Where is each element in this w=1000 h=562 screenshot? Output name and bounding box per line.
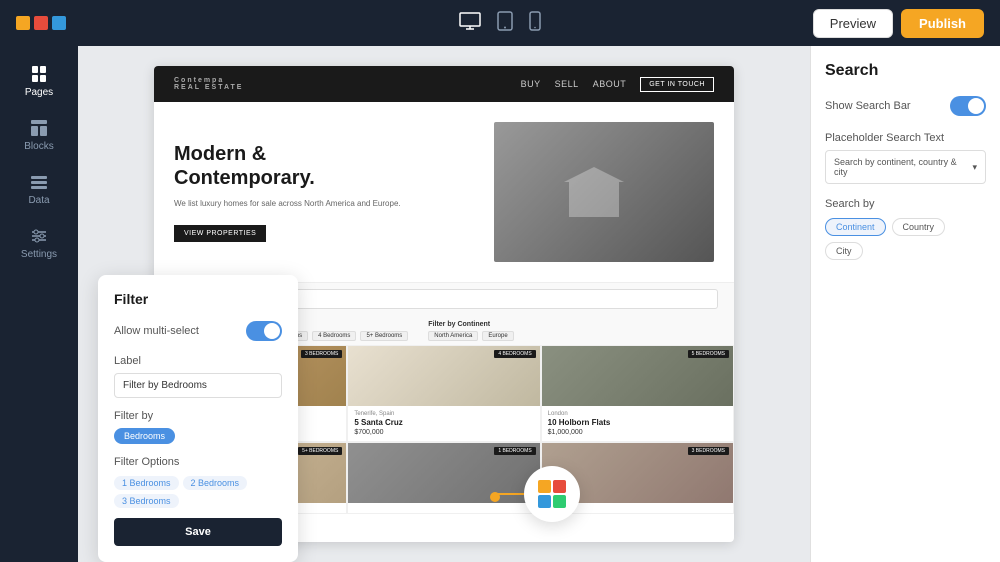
- prop-name-2: 5 Santa Cruz: [354, 418, 533, 427]
- search-by-chip-continent[interactable]: Continent: [825, 218, 886, 236]
- label-input[interactable]: [114, 373, 282, 398]
- mobile-icon[interactable]: [529, 11, 541, 36]
- nav-link-buy: BUY: [521, 79, 541, 89]
- canvas-area: Contempa REAL ESTATE BUY SELL ABOUT GET …: [78, 46, 810, 562]
- prop-price-2: $700,000: [354, 429, 533, 436]
- filter-continent-section: Filter by Continent North America Europe: [428, 321, 513, 341]
- right-panel-title: Search: [825, 62, 986, 80]
- nav-link-sell: SELL: [555, 79, 579, 89]
- filter-by-chip-bedrooms[interactable]: Bedrooms: [114, 428, 175, 444]
- prop-badge-5: 1 BEDROOMS: [494, 447, 535, 455]
- prop-location-3: London: [548, 411, 727, 417]
- desktop-icon[interactable]: [459, 12, 481, 35]
- prop-price-3: $1,000,000: [548, 429, 727, 436]
- label-section-label: Label: [114, 355, 282, 367]
- filter-panel: Filter Allow multi-select Label Filter b…: [98, 275, 298, 562]
- filter-options-label: Filter Options: [114, 456, 282, 468]
- prop-name-3: 10 Holborn Flats: [548, 418, 727, 427]
- filter-panel-title: Filter: [114, 291, 282, 307]
- prop-badge-4: 5+ BEDROOMS: [298, 447, 342, 455]
- hero-subtitle: We list luxury homes for sale across Nor…: [174, 198, 478, 210]
- hero-title: Modern &Contemporary.: [174, 142, 478, 190]
- logo-blue: [52, 16, 66, 30]
- dropdown-chevron-icon: ▾: [972, 162, 977, 173]
- sidebar-item-data[interactable]: Data: [0, 164, 78, 214]
- topbar-actions: Preview Publish: [813, 9, 984, 38]
- prop-info-5: [348, 503, 539, 513]
- filter-chip-na: North America: [428, 331, 478, 341]
- prop-location-2: Tenerife, Spain: [354, 411, 533, 417]
- prop-info-2: Tenerife, Spain 5 Santa Cruz $700,000: [348, 406, 539, 441]
- sidebar-item-data-label: Data: [28, 195, 49, 206]
- prop-badge-2: 4 BEDROOMS: [494, 350, 535, 358]
- left-sidebar: Pages Blocks Data Settings: [0, 46, 78, 562]
- sidebar-item-pages-label: Pages: [25, 87, 53, 98]
- prop-img-3: 5 BEDROOMS: [542, 346, 733, 406]
- device-icons: [459, 11, 541, 36]
- continent-chips: North America Europe: [428, 331, 513, 341]
- search-by-chip-city[interactable]: City: [825, 242, 863, 260]
- filter-continent-label: Filter by Continent: [428, 321, 513, 328]
- sidebar-item-settings-label: Settings: [21, 249, 57, 260]
- sidebar-item-pages[interactable]: Pages: [0, 56, 78, 106]
- property-card-5: 1 BEDROOMS: [347, 442, 540, 514]
- topbar-logo: [16, 16, 66, 30]
- allow-multiselect-toggle[interactable]: [246, 321, 282, 341]
- connector-dot: [490, 492, 500, 502]
- filter-save-button[interactable]: Save: [114, 518, 282, 546]
- filter-opt-3bed[interactable]: 3 Bedrooms: [114, 494, 179, 508]
- filter-chip-eu: Europe: [482, 331, 513, 341]
- nav-link-about: ABOUT: [593, 79, 627, 89]
- show-search-bar-toggle[interactable]: [950, 96, 986, 116]
- nav-cta-button: GET IN TOUCH: [640, 77, 714, 92]
- hero-image-placeholder: [494, 122, 714, 262]
- property-card-3: 5 BEDROOMS London 10 Holborn Flats $1,00…: [541, 345, 734, 442]
- sidebar-item-blocks[interactable]: Blocks: [0, 110, 78, 160]
- topbar: Preview Publish: [0, 0, 1000, 46]
- sidebar-item-blocks-label: Blocks: [24, 141, 53, 152]
- publish-button[interactable]: Publish: [901, 9, 984, 38]
- filter-options-chips: 1 Bedrooms 2 Bedrooms 3 Bedrooms: [114, 476, 282, 508]
- property-card-2: 4 BEDROOMS Tenerife, Spain 5 Santa Cruz …: [347, 345, 540, 442]
- tablet-icon[interactable]: [497, 11, 513, 36]
- hero-text: Modern &Contemporary. We list luxury hom…: [174, 142, 478, 242]
- preview-hero: Modern &Contemporary. We list luxury hom…: [154, 102, 734, 282]
- preview-button[interactable]: Preview: [813, 9, 893, 38]
- preview-nav-logo: Contempa REAL ESTATE: [174, 77, 243, 91]
- search-by-chip-country[interactable]: Country: [892, 218, 946, 236]
- hero-cta-button: VIEW PROPERTIES: [174, 225, 266, 242]
- filter-opt-1bed[interactable]: 1 Bedrooms: [114, 476, 179, 490]
- logo-orange: [16, 16, 30, 30]
- search-by-label: Search by: [825, 198, 986, 210]
- search-by-chips: Continent Country City: [825, 218, 986, 260]
- filter-opt-2bed[interactable]: 2 Bedrooms: [183, 476, 248, 490]
- main-layout: Pages Blocks Data Settings Contempa REAL…: [0, 46, 1000, 562]
- prop-badge-3: 5 BEDROOMS: [688, 350, 729, 358]
- prop-badge-1: 3 BEDROOMS: [301, 350, 342, 358]
- filter-chip-5bed: 5+ Bedrooms: [360, 331, 408, 341]
- logo-red: [34, 16, 48, 30]
- filter-by-label: Filter by: [114, 410, 282, 422]
- preview-nav-links: BUY SELL ABOUT GET IN TOUCH: [521, 77, 714, 92]
- placeholder-search-text-label: Placeholder Search Text: [825, 132, 986, 144]
- prop-info-3: London 10 Holborn Flats $1,000,000: [542, 406, 733, 441]
- right-panel: Search Show Search Bar Placeholder Searc…: [810, 46, 1000, 562]
- placeholder-search-dropdown[interactable]: Search by continent, country & city ▾: [825, 150, 986, 184]
- filter-by-chips: Bedrooms: [114, 428, 282, 444]
- preview-nav: Contempa REAL ESTATE BUY SELL ABOUT GET …: [154, 66, 734, 102]
- allow-multiselect-row: Allow multi-select: [114, 321, 282, 341]
- prop-badge-6: 3 BEDROOMS: [688, 447, 729, 455]
- filter-chip-4bed: 4 Bedrooms: [312, 331, 356, 341]
- placeholder-search-value: Search by continent, country & city: [834, 157, 972, 177]
- floating-brand-icon: [524, 466, 580, 522]
- prop-img-2: 4 BEDROOMS: [348, 346, 539, 406]
- sidebar-item-settings[interactable]: Settings: [0, 218, 78, 268]
- allow-multiselect-label: Allow multi-select: [114, 325, 199, 337]
- hero-image: [494, 122, 714, 262]
- show-search-bar-label: Show Search Bar: [825, 100, 911, 112]
- show-search-bar-row: Show Search Bar: [825, 96, 986, 116]
